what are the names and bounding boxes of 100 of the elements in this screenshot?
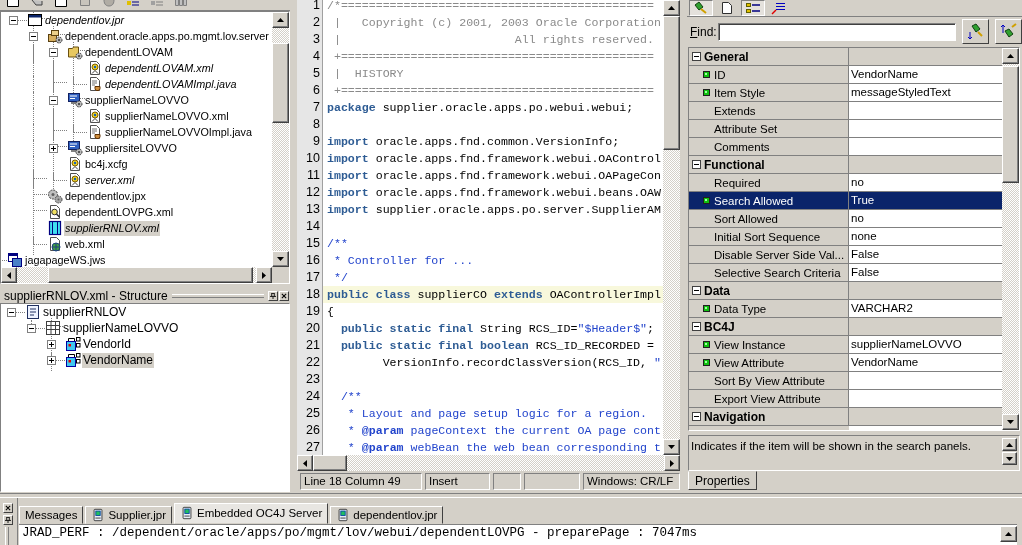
tree-item[interactable]: dependent.oracle.apps.po.mgmt.lov.server [64, 28, 270, 44]
tree-item[interactable]: web.xml [64, 236, 106, 252]
property-name-cell[interactable]: Comments [689, 138, 849, 156]
property-name-cell[interactable]: View Attribute [689, 354, 849, 372]
tree-item[interactable]: supplierNameLOVVO [62, 320, 180, 336]
expand-icon[interactable] [46, 339, 56, 349]
scroll-down-button[interactable] [272, 251, 289, 267]
collapse-icon[interactable] [8, 15, 18, 25]
vertical-scrollbar[interactable] [1002, 48, 1019, 430]
close-button[interactable] [3, 503, 13, 513]
pin-button[interactable] [268, 290, 278, 301]
close-button[interactable] [279, 290, 289, 301]
log-tab[interactable]: dependentlov.jpr [330, 506, 444, 524]
scrollbar-thumb[interactable] [1002, 66, 1019, 183]
tree-item[interactable]: dependentlov.jpr [44, 12, 126, 28]
property-name-cell[interactable]: Initial Sort Sequence [689, 228, 849, 246]
scroll-right-button[interactable] [664, 455, 680, 471]
collapse-icon[interactable] [28, 31, 38, 41]
collapse-icon[interactable] [26, 323, 36, 333]
scrollbar-thumb[interactable] [48, 267, 253, 283]
find-next-button[interactable] [962, 19, 989, 44]
section-header[interactable]: BC4J [689, 318, 1002, 336]
log-tab[interactable]: Messages [19, 506, 84, 524]
tree-item[interactable]: supplierRNLOV.xml [64, 220, 160, 236]
vertical-scrollbar[interactable] [663, 0, 680, 455]
collapse-icon[interactable] [692, 286, 701, 295]
collapse-icon[interactable] [692, 412, 701, 421]
tree-item[interactable]: dependentLOVAM [84, 44, 175, 60]
pin-button[interactable] [3, 515, 13, 525]
property-name-cell[interactable]: Disable Server Side Val... [689, 246, 849, 264]
toolbar-button[interactable] [689, 0, 713, 16]
property-name-cell[interactable]: Export View Attribute [689, 390, 849, 408]
page-icon[interactable] [55, 0, 67, 7]
collapse-icon[interactable] [692, 322, 701, 331]
property-value-field[interactable]: True [849, 192, 1002, 210]
tree-item[interactable]: supplierRNLOV [42, 304, 128, 320]
section-header[interactable]: General [689, 48, 1002, 66]
scroll-up-button[interactable] [1002, 438, 1017, 451]
scrollbar-thumb[interactable] [272, 43, 289, 123]
tree-item[interactable]: VendorId [82, 336, 133, 352]
property-name-cell[interactable]: Required [689, 174, 849, 192]
property-name-cell[interactable]: Sort By View Attribute [689, 372, 849, 390]
scroll-up-button[interactable] [1000, 526, 1017, 542]
tree-item[interactable]: supplierNameLOVVO [84, 92, 190, 108]
expand-icon[interactable] [46, 355, 56, 365]
section-header[interactable]: Navigation [689, 408, 1002, 426]
property-name-cell[interactable]: ID [689, 66, 849, 84]
collapse-icon[interactable] [692, 52, 701, 61]
scroll-down-button[interactable] [1002, 452, 1017, 465]
section-header[interactable]: Functional [689, 156, 1002, 174]
tree-item[interactable]: dependentLOVAM.xml [104, 60, 215, 76]
collapse-icon[interactable] [692, 160, 701, 169]
grid-icon[interactable] [175, 0, 187, 7]
scroll-up-button[interactable] [1002, 48, 1019, 64]
tree-item[interactable]: dependentLOVPG.xml [64, 204, 175, 220]
vertical-scrollbar[interactable] [272, 12, 289, 267]
window-icon[interactable] [7, 0, 19, 7]
horizontal-scrollbar[interactable] [1, 267, 272, 283]
scroll-down-button[interactable] [1002, 414, 1019, 430]
tree-item[interactable]: suppliersiteLOVVO [84, 140, 178, 156]
property-name-cell[interactable]: Sort Allowed [689, 210, 849, 228]
tree-item[interactable]: jagapageWS.jws [24, 252, 107, 267]
property-name-cell[interactable]: Selective Search Criteria [689, 264, 849, 282]
scroll-down-button[interactable] [663, 439, 680, 455]
property-name-cell[interactable]: Item Style [689, 84, 849, 102]
scroll-right-button[interactable] [256, 267, 272, 283]
property-name-cell[interactable]: Attribute Set [689, 120, 849, 138]
property-name-cell[interactable]: Extends [689, 102, 849, 120]
tool-icon[interactable] [31, 0, 43, 7]
tree-item[interactable]: supplierNameLOVVOImpl.java [104, 124, 254, 140]
tree-item[interactable]: server.xml [84, 172, 136, 188]
log-tab[interactable]: Supplier.jpr [85, 506, 172, 524]
property-name-cell[interactable]: View Instance [689, 336, 849, 354]
tree-item[interactable]: VendorName [82, 352, 155, 368]
scroll-up-button[interactable] [663, 0, 680, 16]
collapse-icon[interactable] [48, 47, 58, 57]
toolbar-button[interactable] [741, 0, 765, 16]
expand-icon[interactable] [48, 143, 58, 153]
log-tab[interactable]: Embedded OC4J Server [173, 503, 329, 524]
property-name-cell[interactable]: Data Type [689, 300, 849, 318]
tree-item[interactable]: supplierNameLOVVO.xml [104, 108, 230, 124]
collapse-icon[interactable] [6, 307, 16, 317]
scroll-left-button[interactable] [297, 455, 313, 471]
property-name-cell[interactable]: Search Allowed [689, 192, 849, 210]
scrollbar-thumb[interactable] [663, 16, 680, 150]
tree-item[interactable]: bc4j.xcfg [84, 156, 129, 172]
tree-item[interactable]: dependentlov.jpx [64, 188, 147, 204]
find-field[interactable] [718, 22, 956, 41]
code-editor[interactable] [323, 0, 663, 455]
find-previous-button[interactable] [995, 19, 1022, 44]
scrollbar-thumb[interactable] [313, 455, 347, 471]
panel-icon[interactable] [79, 0, 91, 7]
properties-tab[interactable]: Properties [688, 471, 757, 490]
list-icon[interactable] [127, 0, 139, 7]
scroll-up-button[interactable] [272, 12, 289, 28]
scroll-left-button[interactable] [1, 267, 17, 283]
collapse-icon[interactable] [48, 95, 58, 105]
horizontal-scrollbar[interactable] [297, 455, 680, 471]
section-header[interactable]: Data [689, 282, 1002, 300]
tree-item[interactable]: dependentLOVAMImpl.java [104, 76, 238, 92]
